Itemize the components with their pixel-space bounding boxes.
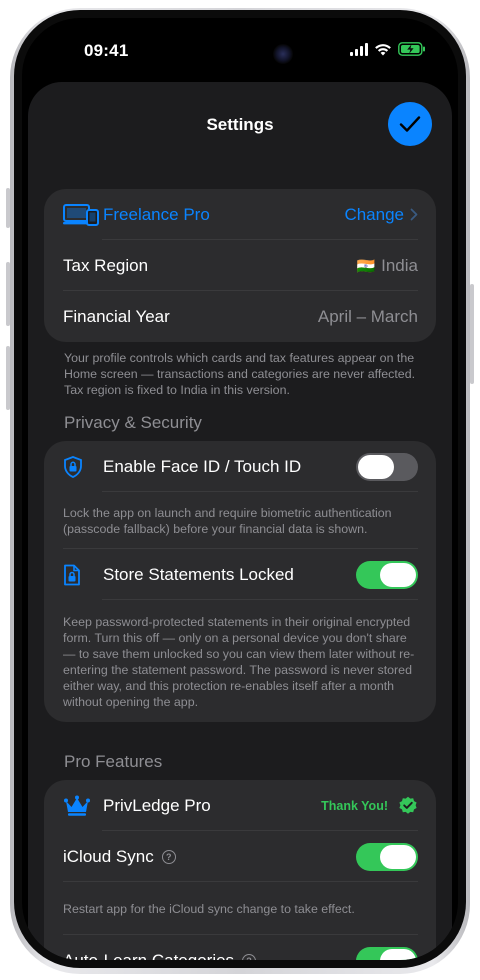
statements-row: Store Statements Locked xyxy=(44,549,436,600)
tax-region-value: 🇮🇳 India xyxy=(356,256,418,276)
toggle-knob xyxy=(358,454,394,479)
settings-sheet: Settings Freelance Pro Change Tax Region… xyxy=(28,82,452,960)
profile-group: Freelance Pro Change Tax Region 🇮🇳 India xyxy=(44,189,436,342)
icloud-note-wrap: Restart app for the iCloud sync change t… xyxy=(44,882,436,935)
camera-icon xyxy=(273,44,293,64)
faceid-note-wrap: Lock the app on launch and require biome… xyxy=(44,492,436,549)
financial-year-value: April – March xyxy=(317,306,418,326)
toggle-knob xyxy=(380,844,416,869)
chevron-right-icon xyxy=(410,208,418,221)
profile-row[interactable]: Freelance Pro Change xyxy=(44,189,436,240)
pro-group: PrivLedge Pro Thank You! iCloud Sync ? R… xyxy=(44,780,436,960)
faceid-label: Enable Face ID / Touch ID xyxy=(103,456,302,476)
action-button xyxy=(6,188,10,228)
statements-toggle[interactable] xyxy=(356,560,418,589)
icloud-label: iCloud Sync xyxy=(63,846,154,866)
financial-year-row: Financial Year April – March xyxy=(44,291,436,342)
change-label: Change xyxy=(344,204,404,224)
statements-note-wrap: Keep password-protected statements in th… xyxy=(44,600,436,722)
section-header-privacy: Privacy & Security xyxy=(64,413,202,432)
status-time: 09:41 xyxy=(84,41,129,60)
profile-footer-text: Your profile controls which cards and ta… xyxy=(64,351,416,397)
battery-charging-icon xyxy=(398,42,425,56)
faceid-toggle[interactable] xyxy=(356,452,418,481)
cellular-signal-icon xyxy=(350,42,368,56)
privacy-group: Enable Face ID / Touch ID Lock the app o… xyxy=(44,441,436,722)
statements-label: Store Statements Locked xyxy=(103,564,294,584)
help-icon[interactable]: ? xyxy=(161,849,176,864)
pro-row[interactable]: PrivLedge Pro Thank You! xyxy=(44,780,436,831)
toggle-knob xyxy=(380,562,416,587)
wifi-icon xyxy=(375,43,391,55)
volume-up-button xyxy=(6,262,10,326)
pro-status: Thank You! xyxy=(321,796,418,816)
section-header-pro: Pro Features xyxy=(64,752,163,771)
screen: 09:41 Settings Freelance Pro Change Tax … xyxy=(22,18,458,960)
done-button[interactable] xyxy=(388,102,432,146)
autolearn-toggle[interactable] xyxy=(356,946,418,960)
india-flag-icon: 🇮🇳 xyxy=(356,257,376,275)
help-icon[interactable]: ? xyxy=(242,953,257,960)
status-icons xyxy=(350,42,426,56)
autolearn-row: Auto-Learn Categories ? xyxy=(44,935,436,960)
pro-product-label: PrivLedge Pro xyxy=(103,795,211,815)
icloud-toggle[interactable] xyxy=(356,842,418,871)
toggle-knob xyxy=(380,948,416,960)
checkmark-icon xyxy=(399,116,421,132)
autolearn-label: Auto-Learn Categories xyxy=(63,950,235,961)
faceid-row: Enable Face ID / Touch ID xyxy=(44,441,436,492)
crown-icon xyxy=(64,795,90,816)
verified-badge-icon xyxy=(399,796,417,814)
faceid-note: Lock the app on launch and require biome… xyxy=(63,506,392,536)
tax-region-text: India xyxy=(381,255,418,275)
icloud-row: iCloud Sync ? xyxy=(44,831,436,882)
volume-down-button xyxy=(6,346,10,410)
thank-you-badge: Thank You! xyxy=(321,798,388,813)
change-profile-link[interactable]: Change xyxy=(344,205,418,225)
tax-region-row: Tax Region 🇮🇳 India xyxy=(44,240,436,291)
financial-year-label: Financial Year xyxy=(63,306,170,326)
statements-note: Keep password-protected statements in th… xyxy=(63,615,415,709)
profile-name: Freelance Pro xyxy=(103,204,210,224)
document-lock-icon xyxy=(64,564,80,585)
tax-region-label: Tax Region xyxy=(63,255,149,275)
power-button xyxy=(470,284,474,384)
devices-icon xyxy=(63,203,99,226)
shield-lock-icon xyxy=(64,455,82,478)
icloud-note: Restart app for the iCloud sync change t… xyxy=(63,902,355,916)
